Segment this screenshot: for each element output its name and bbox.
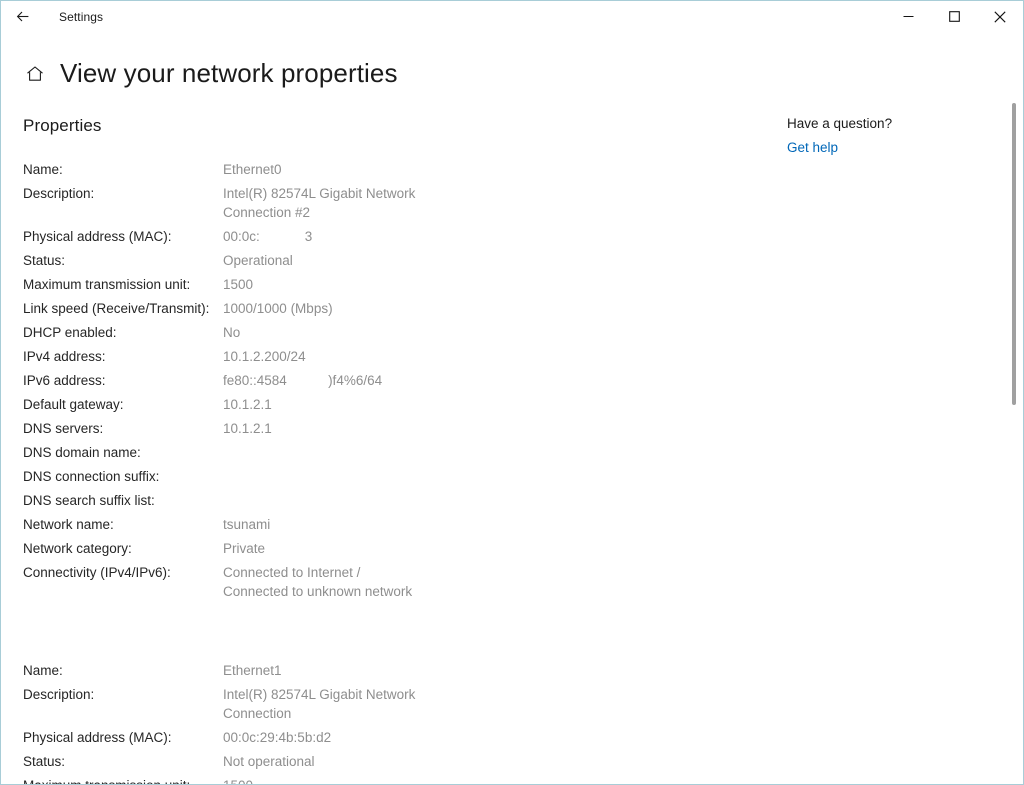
property-label: Name: [23, 162, 63, 177]
property-value: Intel(R) 82574L Gigabit Network Connecti… [223, 687, 416, 721]
property-value: Intel(R) 82574L Gigabit Network Connecti… [223, 186, 416, 220]
property-label: Connectivity (IPv4/IPv6): [23, 565, 171, 580]
property-row: Default gateway: 10.1.2.1 [23, 395, 771, 414]
property-value: 00:0c: 3 [223, 229, 313, 244]
property-value: Operational [223, 253, 293, 268]
property-row: DNS domain name: [23, 443, 771, 462]
page-header: View your network properties [1, 32, 1023, 94]
property-row: Maximum transmission unit:1500 [23, 776, 771, 784]
page-title: View your network properties [60, 57, 398, 88]
back-button[interactable] [1, 1, 45, 32]
property-value: 10.1.2.1 [223, 397, 272, 412]
property-label: DNS search suffix list: [23, 493, 155, 508]
get-help-link[interactable]: Get help [787, 140, 838, 155]
property-row: Name: Ethernet1 [23, 661, 771, 680]
property-label: Maximum transmission unit: [23, 277, 191, 292]
help-title: Have a question? [787, 116, 893, 131]
property-label: Network category: [23, 541, 132, 556]
property-label: DNS connection suffix: [23, 469, 160, 484]
vertical-scrollbar[interactable] [1008, 94, 1020, 784]
property-value: fe80::4584 )f4%6/64 [223, 373, 383, 388]
caption-button-group [885, 1, 1023, 32]
property-value: 1000/1000 (Mbps) [223, 301, 333, 316]
property-row: Connectivity (IPv4/IPv6): Connected to In… [23, 563, 771, 601]
property-value: tsunami [223, 517, 271, 532]
property-row: DNS search suffix list: [23, 491, 771, 510]
network-properties-table: Name: Ethernet0 Description: Intel(R) 82574… [23, 160, 771, 784]
property-label: Description: [23, 186, 95, 201]
property-label: DNS domain name: [23, 445, 141, 460]
property-value: No [223, 325, 241, 340]
title-bar: Settings [1, 1, 1023, 32]
property-row: Maximum transmission unit: 1500 [23, 275, 771, 294]
maximize-button[interactable] [931, 1, 977, 32]
adapter-separator [23, 606, 771, 661]
property-row: Network category: Private [23, 539, 771, 558]
property-row: Network name: tsunami [23, 515, 771, 534]
help-panel: Have a question? Get help [787, 116, 987, 157]
section-heading: Properties [23, 116, 102, 135]
property-value: Private [223, 541, 266, 556]
property-label: Maximum transmission unit: [23, 776, 223, 784]
property-value: Not operational [223, 754, 315, 769]
property-label: Name: [23, 663, 63, 678]
property-label: Link speed (Receive/Transmit): [23, 301, 210, 316]
property-label: Physical address (MAC): [23, 229, 172, 244]
property-row: Description: Intel(R) 82574L Gigabit Netw… [23, 184, 771, 222]
property-label: Description: [23, 687, 95, 702]
property-label: IPv4 address: [23, 349, 106, 364]
property-label: Network name: [23, 517, 114, 532]
property-row: Link speed (Receive/Transmit): 1000/1000 … [23, 299, 771, 318]
property-value: 10.1.2.200/24 [223, 349, 306, 364]
property-label: Status: [23, 253, 66, 268]
property-label: Physical address (MAC): [23, 730, 172, 745]
properties-content: Properties Name: Ethernet0 Description: Int… [1, 94, 771, 784]
close-button[interactable] [977, 1, 1023, 32]
property-row: Physical address (MAC): 00:0c:29:4b:5b:d2 [23, 728, 771, 747]
property-row: Name: Ethernet0 [23, 160, 771, 179]
property-value: Ethernet0 [223, 162, 282, 177]
property-label: Status: [23, 754, 66, 769]
property-label: IPv6 address: [23, 373, 106, 388]
property-row: DNS connection suffix: [23, 467, 771, 486]
property-value: 10.1.2.1 [223, 421, 272, 436]
minimize-button[interactable] [885, 1, 931, 32]
property-value: 00:0c:29:4b:5b:d2 [223, 730, 332, 745]
home-icon[interactable] [23, 62, 47, 86]
window-caption: Settings [59, 9, 104, 24]
page-body: Properties Name: Ethernet0 Description: Int… [1, 94, 1023, 784]
property-row: Description: Intel(R) 82574L Gigabit Netw… [23, 685, 771, 723]
property-row: IPv6 address: fe80::4584 )f4%6/64 [23, 371, 771, 390]
property-row: Status: Not operational [23, 752, 771, 771]
property-value: 1500 [223, 277, 254, 292]
property-value: Connected to Internet / Connected to unk… [223, 565, 413, 599]
property-value: 1500 [223, 776, 253, 784]
property-value: Ethernet1 [223, 663, 282, 678]
property-label: DNS servers: [23, 421, 104, 436]
property-row: Physical address (MAC): 00:0c: 3 [23, 227, 771, 246]
scrollbar-thumb[interactable] [1012, 103, 1016, 405]
property-row: IPv4 address: 10.1.2.200/24 [23, 347, 771, 366]
settings-window: Settings View your network properties Pr… [0, 0, 1024, 785]
property-label: DHCP enabled: [23, 325, 117, 340]
property-row: Status: Operational [23, 251, 771, 270]
property-row: DHCP enabled: No [23, 323, 771, 342]
property-row: DNS servers: 10.1.2.1 [23, 419, 771, 438]
property-label: Default gateway: [23, 397, 124, 412]
